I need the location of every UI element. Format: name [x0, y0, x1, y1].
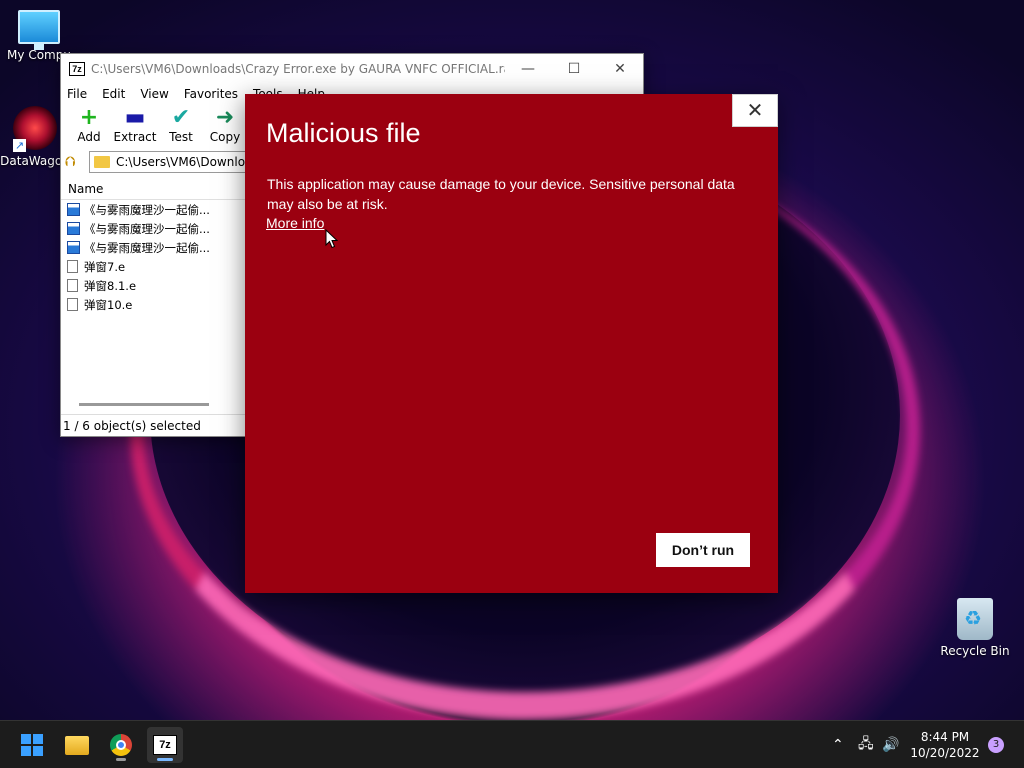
clock[interactable]: 8:44 PM 10/20/2022 [908, 729, 982, 761]
desktop-icon-recycle-bin[interactable]: Recycle Bin [936, 598, 1014, 658]
file-name: 弹窗8.1.e [84, 278, 137, 293]
dialog-title: Malicious file [266, 118, 421, 148]
more-info-link[interactable]: More info [266, 215, 324, 231]
7zip-logo-icon: 7z [69, 62, 85, 76]
file-icon [67, 279, 78, 292]
malicious-file-dialog: ✕ Malicious file This application may ca… [245, 94, 778, 593]
volume-button[interactable]: 🔊 [882, 721, 899, 768]
show-hidden-icons-button[interactable]: ⌃ [832, 721, 844, 768]
extract-icon: ▬ [124, 105, 146, 130]
file-name: 弹窗10.e [84, 297, 133, 312]
test-button[interactable]: ✔ Test [159, 106, 203, 148]
list-item[interactable]: 弹窗8.1.e [61, 276, 247, 295]
7zip-icon: 7z [153, 735, 177, 755]
maximize-button[interactable]: ☐ [551, 61, 597, 77]
list-item[interactable]: 弹窗10.e [61, 295, 247, 314]
copy-button[interactable]: ➜ Copy [203, 106, 247, 148]
file-name: 《与雾雨魔理沙一起偷... [84, 240, 210, 255]
dialog-close-button[interactable]: ✕ [732, 94, 778, 127]
test-label: Test [169, 130, 193, 144]
copy-icon: ➜ [215, 105, 235, 130]
network-icon: 🖧 [858, 736, 874, 752]
up-folder-icon[interactable]: ⮉ [65, 154, 89, 170]
column-header-name[interactable]: Name [61, 178, 247, 200]
file-explorer-icon [65, 735, 89, 755]
path-text: C:\Users\VM6\Downloa [116, 155, 253, 169]
chrome-icon [110, 734, 132, 756]
minimize-button[interactable]: — [505, 61, 551, 77]
menu-favorites[interactable]: Favorites [184, 87, 238, 101]
exe-file-icon [67, 241, 80, 254]
exe-file-icon [67, 203, 80, 216]
notification-badge[interactable]: 3 [988, 737, 1004, 753]
list-item[interactable]: 《与雾雨魔理沙一起偷... [61, 200, 247, 219]
dont-run-button[interactable]: Don’t run [656, 533, 750, 567]
test-icon: ✔ [171, 105, 191, 130]
monitor-icon [18, 10, 60, 50]
extract-label: Extract [113, 130, 157, 144]
volume-icon: 🔊 [882, 737, 900, 753]
list-item[interactable]: 《与雾雨魔理沙一起偷... [61, 238, 247, 257]
file-explorer-button[interactable] [59, 727, 95, 763]
menu-file[interactable]: File [67, 87, 87, 101]
close-button[interactable]: ✕ [597, 61, 643, 77]
file-name: 《与雾雨魔理沙一起偷... [84, 221, 210, 236]
dialog-message: This application may cause damage to you… [267, 176, 735, 212]
file-list: Name 《与雾雨魔理沙一起偷... 《与雾雨魔理沙一起偷... 《与雾雨魔理沙… [61, 178, 247, 410]
datawagon-icon [13, 106, 57, 152]
add-icon: + [79, 105, 99, 130]
window-title: C:\Users\VM6\Downloads\Crazy Error.exe b… [91, 62, 505, 76]
clock-time: 8:44 PM [920, 730, 970, 744]
7zip-taskbar-button[interactable]: 7z [147, 727, 183, 763]
menu-view[interactable]: View [140, 87, 168, 101]
start-icon [21, 734, 43, 756]
add-label: Add [77, 130, 101, 144]
list-item[interactable]: 弹窗7.e [61, 257, 247, 276]
start-button[interactable] [14, 727, 50, 763]
file-name: 弹窗7.e [84, 259, 126, 274]
recycle-bin-icon [957, 598, 993, 640]
chrome-button[interactable] [103, 727, 139, 763]
chevron-up-icon: ⌃ [832, 737, 844, 753]
taskbar: 7z ⌃ 🖧 🔊 8:44 PM 10/20/2022 3 [0, 720, 1024, 768]
desktop-icon-label: Recycle Bin [940, 644, 1010, 658]
list-item[interactable]: 《与雾雨魔理沙一起偷... [61, 219, 247, 238]
folder-icon [94, 156, 110, 168]
file-name: 《与雾雨魔理沙一起偷... [84, 202, 210, 217]
exe-file-icon [67, 222, 80, 235]
copy-label: Copy [209, 130, 241, 144]
horizontal-scrollbar[interactable] [79, 403, 209, 406]
add-button[interactable]: + Add [67, 106, 111, 148]
file-icon [67, 260, 78, 273]
menu-edit[interactable]: Edit [102, 87, 125, 101]
window-titlebar[interactable]: 7z C:\Users\VM6\Downloads\Crazy Error.ex… [61, 54, 643, 84]
clock-date: 10/20/2022 [910, 746, 980, 760]
file-icon [67, 298, 78, 311]
running-indicator [116, 758, 126, 761]
active-indicator [157, 758, 173, 761]
extract-button[interactable]: ▬ Extract [111, 106, 159, 148]
network-button[interactable]: 🖧 [858, 721, 874, 768]
